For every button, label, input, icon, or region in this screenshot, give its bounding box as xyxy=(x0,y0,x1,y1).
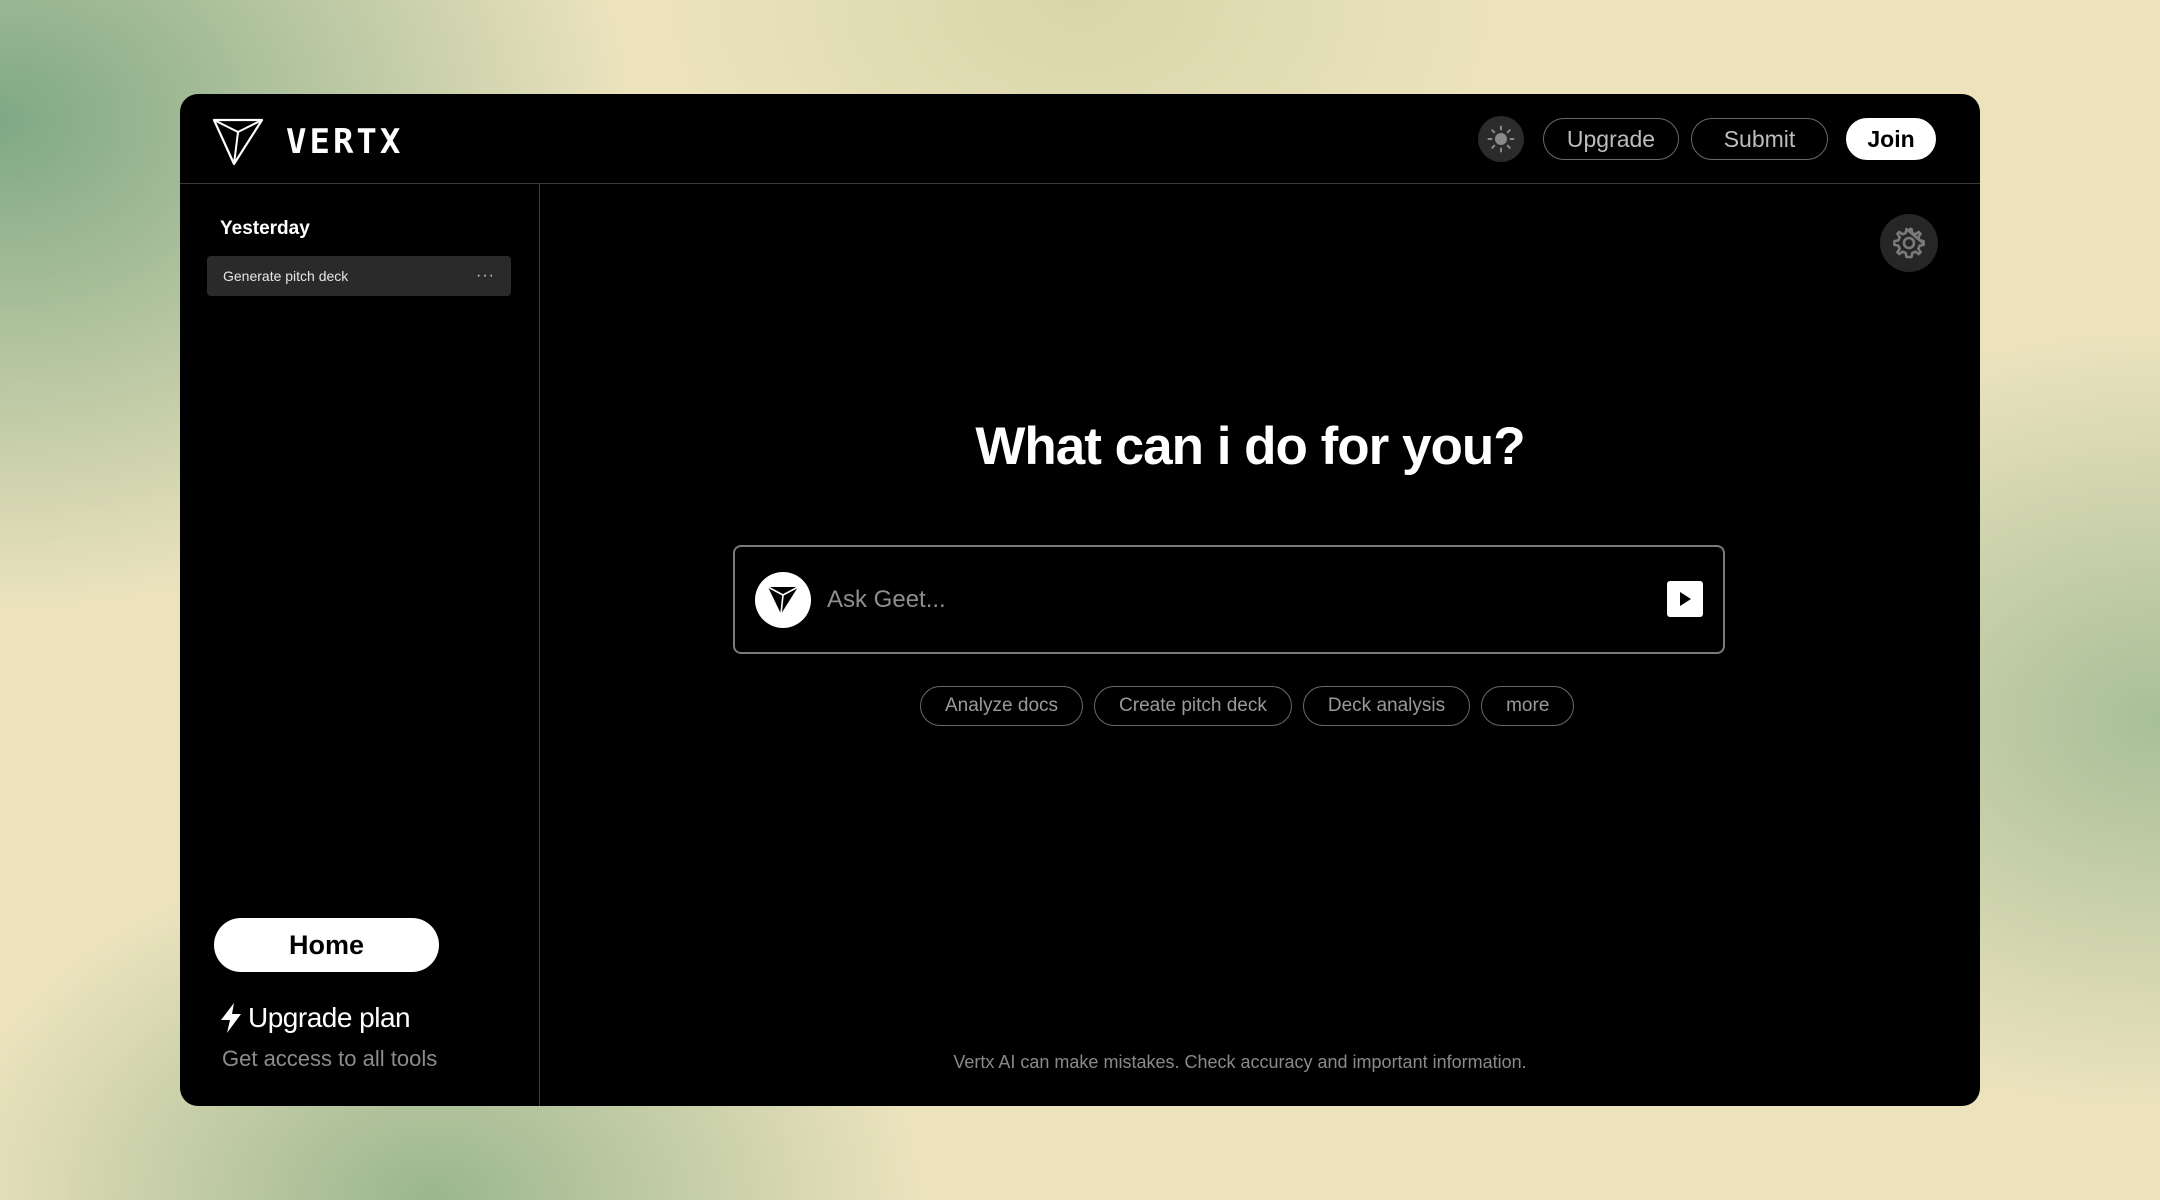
history-section-label: Yesterday xyxy=(220,218,310,239)
lightning-icon xyxy=(221,1003,241,1033)
top-bar: VERTX Upgrade Submit Join xyxy=(180,94,1980,184)
gear-icon xyxy=(1893,227,1925,259)
send-button[interactable] xyxy=(1667,581,1703,617)
suggestion-chips: Analyze docs Create pitch deck Deck anal… xyxy=(920,686,1575,726)
brand-name[interactable]: VERTX xyxy=(286,122,403,162)
triangle-logo-icon xyxy=(767,586,799,615)
history-item-label: Generate pitch deck xyxy=(223,268,349,284)
upgrade-plan-link[interactable]: Upgrade plan xyxy=(218,1002,411,1034)
search-box xyxy=(733,545,1725,654)
settings-button[interactable] xyxy=(1880,214,1938,272)
logo-icon xyxy=(212,118,264,166)
upgrade-button[interactable]: Upgrade xyxy=(1543,118,1679,160)
disclaimer-text: Vertx AI can make mistakes. Check accura… xyxy=(953,1052,1527,1072)
play-icon xyxy=(1680,592,1691,606)
app-window: VERTX Upgrade Submit Join Yesterday Gene… xyxy=(180,94,1980,1106)
assistant-avatar xyxy=(755,572,811,628)
submit-button[interactable]: Submit xyxy=(1691,118,1828,160)
chip-create-pitch-deck[interactable]: Create pitch deck xyxy=(1094,686,1292,726)
upgrade-plan-subtitle: Get access to all tools xyxy=(222,1046,438,1071)
history-item[interactable]: Generate pitch deck ··· xyxy=(207,256,511,296)
chip-deck-analysis[interactable]: Deck analysis xyxy=(1302,686,1471,726)
theme-toggle-button[interactable] xyxy=(1478,116,1524,162)
join-button[interactable]: Join xyxy=(1846,118,1936,160)
chip-analyze-docs[interactable]: Analyze docs xyxy=(920,686,1084,726)
sun-icon xyxy=(1487,125,1515,153)
upgrade-plan-title: Upgrade plan xyxy=(248,1002,411,1033)
page-title: What can i do for you? xyxy=(975,417,1525,476)
chip-more[interactable]: more xyxy=(1481,686,1575,726)
home-button[interactable]: Home xyxy=(214,918,439,972)
search-input[interactable] xyxy=(827,577,1627,623)
more-options-icon[interactable]: ··· xyxy=(476,268,495,284)
